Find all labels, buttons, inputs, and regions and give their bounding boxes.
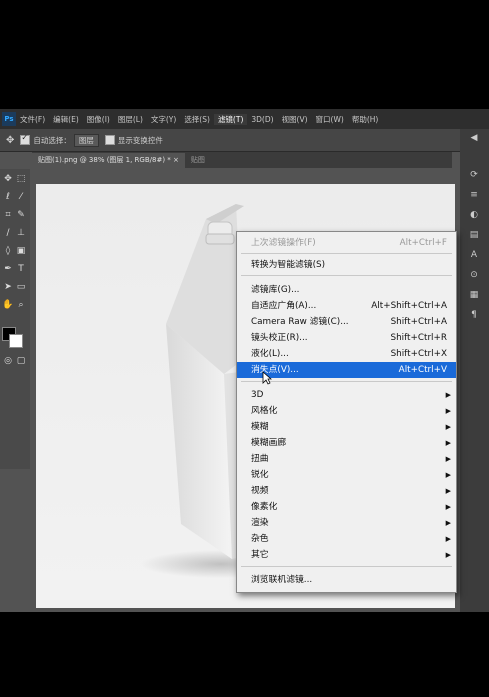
shape-icon[interactable]: ▭ [15, 281, 27, 293]
crop-icon[interactable]: ⌗ [2, 209, 14, 221]
submenu-arrow-icon: ▶ [445, 391, 451, 399]
zoom-icon[interactable]: ⌕ [15, 299, 27, 311]
submenu-arrow-icon: ▶ [445, 439, 451, 447]
menu-select[interactable]: 选择(S) [180, 114, 214, 125]
gradient-icon[interactable]: ▣ [15, 245, 27, 257]
auto-select-label: 自动选择： [33, 135, 71, 145]
channels-icon[interactable]: A [468, 249, 480, 261]
background-color-swatch[interactable] [9, 334, 23, 348]
submenu-arrow-icon: ▶ [445, 519, 451, 527]
pen-icon[interactable]: ✒ [2, 263, 14, 275]
auto-select-checkbox[interactable] [20, 133, 31, 145]
paragraph-icon[interactable]: ¶ [468, 309, 480, 321]
menu-divider [241, 566, 452, 567]
layers-icon[interactable]: ▤ [468, 229, 480, 241]
menu-divider [241, 381, 452, 382]
adjustments-icon[interactable]: ◐ [468, 209, 480, 221]
ps-logo-icon: Ps [2, 112, 16, 126]
tab-document-2[interactable]: 贴图 [184, 153, 211, 168]
screen-mode-icon[interactable]: ▢ [15, 355, 27, 367]
submenu-arrow-icon: ▶ [445, 407, 451, 415]
menu-edit[interactable]: 编辑(E) [49, 114, 83, 125]
menu-item-filter-gallery[interactable]: 滤镜库(G)... [237, 282, 456, 298]
right-panel-dock: ◀ ⟳ ≡ ◐ ▤ A ⊙ ▦ ¶ [460, 129, 489, 612]
move-tool-icon[interactable]: ✥ [6, 135, 14, 146]
menu-divider [241, 253, 452, 254]
menu-item-3d[interactable]: 3D ▶ [237, 387, 456, 403]
move-icon[interactable]: ✥ [2, 173, 14, 185]
submenu-arrow-icon: ▶ [445, 503, 451, 511]
menu-view[interactable]: 视图(V) [278, 114, 312, 125]
menu-item-last-filter[interactable]: 上次滤镜操作(F) Alt+Ctrl+F [237, 235, 456, 251]
submenu-arrow-icon: ▶ [445, 551, 451, 559]
menu-file[interactable]: 文件(F) [16, 114, 49, 125]
panel-expand-icon[interactable]: ◀ [468, 132, 480, 144]
menu-item-noise[interactable]: 杂色 ▶ [237, 531, 456, 547]
submenu-arrow-icon: ▶ [445, 455, 451, 463]
brush-icon[interactable]: ∕ [2, 227, 14, 239]
menu-item-stylize[interactable]: 风格化 ▶ [237, 403, 456, 419]
eyedropper-icon[interactable]: ✎ [15, 209, 27, 221]
menu-bar: Ps 文件(F) 编辑(E) 图像(I) 图层(L) 文字(Y) 选择(S) 滤… [0, 109, 489, 129]
properties-icon[interactable]: ≡ [468, 189, 480, 201]
eraser-icon[interactable]: ◊ [2, 245, 14, 257]
menu-item-other[interactable]: 其它 ▶ [237, 547, 456, 563]
text-icon[interactable]: T [15, 263, 27, 275]
auto-select-dropdown[interactable]: 图层 [73, 133, 99, 147]
menu-filter[interactable]: 滤镜(T) [213, 113, 248, 125]
lasso-icon[interactable]: ℓ [2, 191, 14, 203]
menu-item-blur[interactable]: 模糊 ▶ [237, 419, 456, 435]
submenu-arrow-icon: ▶ [445, 471, 451, 479]
menu-divider [241, 275, 452, 276]
paths-icon[interactable]: ⊙ [468, 269, 480, 281]
document-tabs: 贴图(1).png @ 38% (图层 1, RGB/8#) * × 贴图 [32, 152, 452, 168]
menu-item-adaptive-wide-angle[interactable]: 自适应广角(A)... Alt+Shift+Ctrl+A [237, 298, 456, 314]
mouse-cursor-icon [262, 371, 272, 385]
quick-mask-icon[interactable]: ◎ [2, 355, 14, 367]
menu-image[interactable]: 图像(I) [83, 114, 114, 125]
path-select-icon[interactable]: ➤ [2, 281, 14, 293]
menu-item-camera-raw[interactable]: Camera Raw 滤镜(C)... Shift+Ctrl+A [237, 314, 456, 330]
magic-wand-icon[interactable]: ⁄ [15, 191, 27, 203]
swatches-icon[interactable]: ▦ [468, 289, 480, 301]
menu-item-render[interactable]: 渲染 ▶ [237, 515, 456, 531]
menu-item-blur-gallery[interactable]: 模糊画廊 ▶ [237, 435, 456, 451]
hand-icon[interactable]: ✋ [2, 299, 14, 311]
menu-layer[interactable]: 图层(L) [114, 114, 147, 125]
show-transform-checkbox[interactable] [104, 135, 115, 145]
menu-item-convert-smart-filter[interactable]: 转换为智能滤镜(S) [237, 257, 456, 273]
submenu-arrow-icon: ▶ [445, 423, 451, 431]
menu-item-browse-online-filters[interactable]: 浏览联机滤镜... [237, 572, 456, 588]
options-bar: ✥ 自动选择： 图层 显示变换控件 [0, 129, 489, 152]
menu-item-lens-correction[interactable]: 镜头校正(R)... Shift+Ctrl+R [237, 330, 456, 346]
tools-panel: ✥ ⬚ ℓ ⁄ ⌗ ✎ ∕ ⊥ ◊ ▣ ✒ T ➤ ▭ ✋ ⌕ ◎ ▢ [0, 169, 30, 469]
auto-select-option[interactable]: 自动选择： [20, 133, 71, 146]
submenu-arrow-icon: ▶ [445, 487, 451, 495]
menu-help[interactable]: 帮助(H) [348, 114, 383, 125]
menu-3d[interactable]: 3D(D) [247, 115, 277, 124]
tab-document-active[interactable]: 贴图(1).png @ 38% (图层 1, RGB/8#) * × [32, 153, 185, 168]
menu-item-pixelate[interactable]: 像素化 ▶ [237, 499, 456, 515]
menu-item-sharpen[interactable]: 锐化 ▶ [237, 467, 456, 483]
menu-type[interactable]: 文字(Y) [147, 114, 180, 125]
menu-item-distort[interactable]: 扭曲 ▶ [237, 451, 456, 467]
submenu-arrow-icon: ▶ [445, 535, 451, 543]
show-transform-option[interactable]: 显示变换控件 [104, 135, 163, 146]
show-transform-label: 显示变换控件 [117, 135, 163, 145]
menu-item-video[interactable]: 视频 ▶ [237, 483, 456, 499]
photoshop-window: Ps 文件(F) 编辑(E) 图像(I) 图层(L) 文字(Y) 选择(S) 滤… [0, 109, 489, 612]
history-icon[interactable]: ⟳ [468, 169, 480, 181]
marquee-icon[interactable]: ⬚ [15, 173, 27, 185]
stamp-icon[interactable]: ⊥ [15, 227, 27, 239]
filter-menu-dropdown: 上次滤镜操作(F) Alt+Ctrl+F 转换为智能滤镜(S) 滤镜库(G)...… [236, 231, 457, 593]
menu-window[interactable]: 窗口(W) [312, 114, 348, 125]
menu-item-liquify[interactable]: 液化(L)... Shift+Ctrl+X [237, 346, 456, 362]
